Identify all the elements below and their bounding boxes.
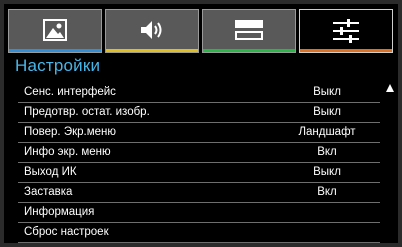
display-layout-icon: [235, 20, 263, 40]
menu-item-label: Заставка: [24, 186, 73, 198]
settings-list: Сенс. интерфейс Выкл Предотвр. остат. из…: [18, 83, 380, 243]
menu-item-image-retention[interactable]: Предотвр. остат. изобр. Выкл: [18, 103, 380, 123]
menu-item-factory-reset[interactable]: Сброс настроек: [18, 223, 380, 243]
tab-settings[interactable]: [299, 9, 393, 53]
tab-display-stripe: [203, 49, 295, 52]
menu-item-label: Информация: [24, 206, 95, 218]
menu-item-label: Предотвр. остат. изобр.: [24, 106, 150, 118]
picture-icon: [43, 19, 67, 41]
sliders-icon: [333, 19, 359, 43]
menu-item-osd-rotation[interactable]: Повер. Экр.меню Ландшафт: [18, 123, 380, 143]
tab-audio-stripe: [106, 49, 198, 52]
tab-settings-stripe: [300, 49, 392, 52]
tab-audio[interactable]: [105, 9, 199, 53]
menu-item-label: Сенс. интерфейс: [24, 86, 116, 98]
menu-item-information[interactable]: Информация: [18, 203, 380, 223]
menu-item-value: Выкл: [313, 106, 341, 118]
tab-picture[interactable]: [8, 9, 102, 53]
menu-item-value: Вкл: [317, 186, 337, 198]
tab-display[interactable]: [202, 9, 296, 53]
menu-item-osd-info[interactable]: Инфо экр. меню Вкл: [18, 143, 380, 163]
menu-item-value: Вкл: [317, 146, 337, 158]
scroll-up-arrow-icon[interactable]: [386, 84, 394, 92]
menu-item-label: Выход ИК: [24, 166, 77, 178]
menu-item-label: Повер. Экр.меню: [24, 126, 116, 138]
menu-item-label: Инфо экр. меню: [24, 146, 111, 158]
tab-bar: [8, 9, 393, 53]
menu-item-ir-out[interactable]: Выход ИК Выкл: [18, 163, 380, 183]
osd-menu: Настройки Сенс. интерфейс Выкл Предотвр.…: [4, 4, 398, 243]
speaker-icon: [141, 21, 162, 39]
menu-item-value: Выкл: [313, 86, 341, 98]
menu-item-splash-screen[interactable]: Заставка Вкл: [18, 183, 380, 203]
menu-title: Настройки: [15, 56, 101, 75]
menu-item-value: Ландшафт: [298, 126, 356, 138]
menu-item-touch-interface[interactable]: Сенс. интерфейс Выкл: [18, 83, 380, 103]
tab-picture-stripe: [9, 49, 101, 52]
menu-item-value: Выкл: [313, 166, 341, 178]
menu-item-label: Сброс настроек: [24, 226, 109, 238]
